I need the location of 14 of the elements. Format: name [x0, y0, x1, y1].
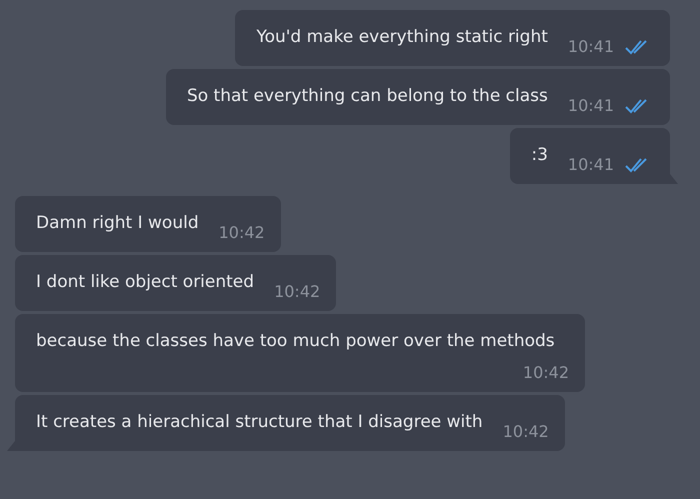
- message-time: 10:41: [568, 95, 614, 117]
- message-time: 10:41: [568, 154, 614, 176]
- message-time: 10:42: [218, 222, 265, 244]
- message-text: I dont like object oriented: [36, 271, 254, 294]
- message-time: 10:42: [502, 421, 549, 443]
- message-text: It creates a hierachical structure that I disagree with: [36, 411, 483, 434]
- message-time: 10:42: [274, 281, 320, 303]
- message-text: So that everything can belong to the class: [186, 85, 548, 108]
- message-text: :3: [531, 144, 548, 167]
- message-text: Damn right I would: [36, 212, 199, 235]
- message-text: You'd make everything static right: [256, 26, 548, 49]
- message-time: 10:41: [568, 36, 614, 58]
- message-time: 10:42: [522, 362, 569, 384]
- message-text: because the classes have too much power over the methods: [36, 330, 555, 353]
